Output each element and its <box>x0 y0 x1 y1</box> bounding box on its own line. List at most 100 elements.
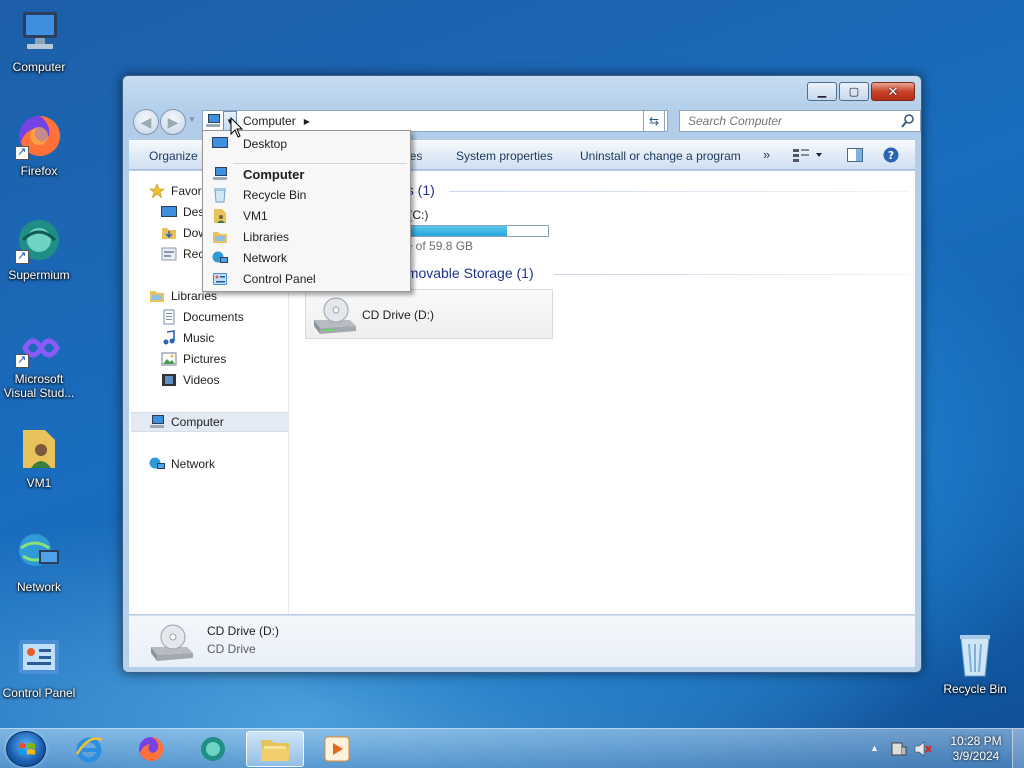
menu-item-computer[interactable]: Computer <box>205 164 408 184</box>
organize-button[interactable]: Organize <box>149 149 198 163</box>
windows-logo-icon <box>19 743 35 755</box>
taskbar-windows-explorer[interactable] <box>246 731 304 767</box>
cd-drive-icon <box>310 294 358 339</box>
nav-music[interactable]: Music <box>161 328 319 348</box>
desktop-icon-vm1[interactable]: VM1 <box>0 424 81 490</box>
network-icon <box>149 456 165 472</box>
nav-label: Network <box>171 457 216 471</box>
control-panel-icon <box>15 634 63 682</box>
arrow-left-icon: ◀ <box>140 113 152 130</box>
nav-documents[interactable]: Documents <box>161 307 319 327</box>
nav-network[interactable]: Network <box>149 454 307 474</box>
menu-item-control-panel[interactable]: Control Panel <box>205 269 408 289</box>
desktop-icon-label: Network <box>16 580 61 594</box>
desktop-icon <box>161 204 177 220</box>
menu-item-network[interactable]: Network <box>205 248 408 268</box>
minimize-button[interactable]: ▁ <box>807 82 837 101</box>
show-hidden-icons-button[interactable]: ▲ <box>870 743 879 753</box>
menu-item-label: VM1 <box>243 209 268 223</box>
menu-item-label: Computer <box>243 166 305 182</box>
desktop-icon-computer[interactable]: Computer <box>0 8 81 74</box>
back-button[interactable]: ◀ <box>133 109 159 135</box>
minimize-icon: ▁ <box>817 86 827 98</box>
taskbar-internet-explorer[interactable] <box>60 731 118 767</box>
internet-explorer-icon <box>75 737 103 763</box>
cd-drive-icon <box>147 621 195 666</box>
removable-storage-header[interactable]: emovable Storage (1) <box>399 265 534 281</box>
show-desktop-button[interactable] <box>1012 729 1024 768</box>
address-breadcrumb-computer[interactable]: Computer <box>243 114 296 128</box>
desktop-icon-supermium[interactable]: Supermium <box>0 216 81 282</box>
computer-icon <box>15 8 63 56</box>
desktop-icon-control-panel[interactable]: Control Panel <box>0 634 81 700</box>
downloads-folder-icon <box>161 225 177 241</box>
taskbar-firefox[interactable] <box>122 731 180 767</box>
taskbar-supermium[interactable] <box>184 731 242 767</box>
nav-label: Documents <box>183 310 244 324</box>
preview-pane-icon <box>847 148 863 162</box>
taskbar-media-player[interactable] <box>308 731 366 767</box>
search-input[interactable] <box>680 111 890 131</box>
desktop-icon-label: Recycle Bin <box>943 682 1007 696</box>
visual-studio-icon <box>15 328 63 368</box>
network-icon <box>15 528 63 576</box>
recent-pages-dropdown[interactable]: ▼ <box>188 115 196 124</box>
supermium-icon <box>15 216 63 264</box>
menu-item-label: Network <box>243 251 288 265</box>
more-commands-button[interactable]: » <box>763 147 770 162</box>
navigation-bar: ◀ ▶ ▼ ▼ Computer ▶ ▼ ⇆ <box>131 108 921 135</box>
shortcut-arrow-icon <box>15 145 29 160</box>
maximize-icon: ▢ <box>848 86 860 98</box>
nav-pictures[interactable]: Pictures <box>161 349 319 369</box>
firefox-icon <box>15 112 63 160</box>
system-clock[interactable]: 10:28 PM 3/9/2024 <box>946 734 1006 764</box>
forward-button[interactable]: ▶ <box>160 109 186 135</box>
shortcut-arrow-icon <box>15 353 29 368</box>
desktop-icon-network[interactable]: Network <box>0 528 81 594</box>
recycle-bin-icon <box>951 630 999 678</box>
nav-computer[interactable]: Computer <box>131 412 289 432</box>
close-button[interactable]: ✕ <box>871 82 915 101</box>
cd-drive-item[interactable]: CD Drive (D:) <box>305 289 553 339</box>
refresh-button[interactable]: ⇆ <box>643 110 665 132</box>
desktop-icon-label: VM1 <box>26 476 52 490</box>
control-panel-icon <box>212 271 228 287</box>
menu-item-vm1[interactable]: VM1 <box>205 206 408 226</box>
desktop-icon-visual-studio[interactable]: Microsoft Visual Stud... <box>0 328 81 400</box>
mouse-cursor-icon <box>230 117 244 138</box>
user-folder-icon <box>212 208 228 224</box>
libraries-icon <box>212 229 228 245</box>
search-icon[interactable] <box>900 113 916 129</box>
breadcrumb-chevron-right-icon[interactable]: ▶ <box>304 117 310 126</box>
details-name: CD Drive (D:) <box>207 624 279 638</box>
help-icon: ? <box>883 147 899 163</box>
volume-muted-icon[interactable] <box>914 741 932 757</box>
desktop-icon-label: Computer <box>12 60 66 74</box>
menu-item-recycle-bin[interactable]: Recycle Bin <box>205 185 408 205</box>
desktop-icon-label: Firefox <box>20 164 58 178</box>
group-divider <box>449 191 909 192</box>
nav-videos[interactable]: Videos <box>161 370 319 390</box>
desktop-icon-firefox[interactable]: Firefox <box>0 112 81 178</box>
start-button[interactable] <box>6 731 46 767</box>
supermium-icon <box>201 737 225 761</box>
arrow-right-icon: ▶ <box>167 113 179 130</box>
change-view-button[interactable] <box>793 148 823 165</box>
desktop-icon-recycle-bin[interactable]: Recycle Bin <box>933 630 1017 696</box>
svg-text:?: ? <box>888 149 894 162</box>
action-center-icon[interactable] <box>890 741 908 757</box>
search-box[interactable] <box>679 110 921 132</box>
uninstall-program-button[interactable]: Uninstall or change a program <box>580 149 741 163</box>
computer-icon <box>212 166 228 182</box>
desktop-icon-label: Control Panel <box>2 686 76 700</box>
shortcut-arrow-icon <box>15 249 29 264</box>
recent-places-icon <box>161 246 177 262</box>
maximize-button[interactable]: ▢ <box>839 82 869 101</box>
menu-item-libraries[interactable]: Libraries <box>205 227 408 247</box>
address-bar[interactable]: ▼ Computer ▶ ▼ <box>202 110 668 132</box>
user-folder-icon <box>15 424 63 472</box>
help-button[interactable]: ? <box>883 147 899 166</box>
libraries-icon <box>149 288 165 304</box>
system-properties-button[interactable]: System properties <box>456 149 553 163</box>
preview-pane-button[interactable] <box>847 148 863 165</box>
